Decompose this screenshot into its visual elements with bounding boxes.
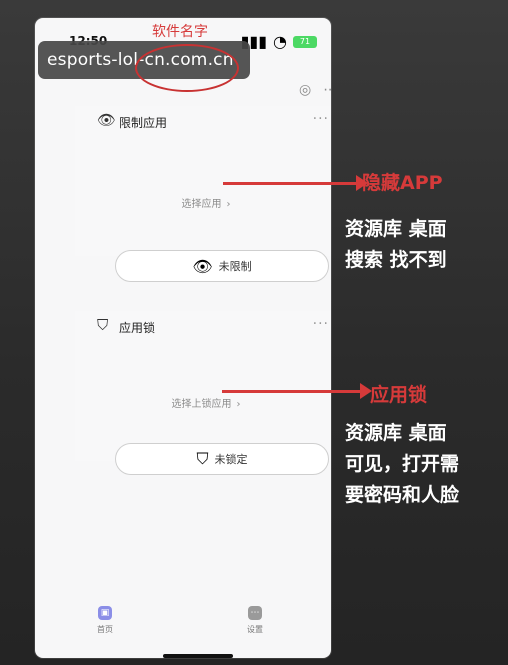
eye-icon: 👁 [97, 111, 117, 129]
more-icon[interactable]: ⋯ [323, 82, 331, 98]
choose-lock-app-label: 选择上锁应用 [171, 399, 232, 410]
chevron-right-icon: › [226, 199, 231, 210]
lock-status-button[interactable]: ⛉ 未锁定 [115, 443, 329, 475]
shield-icon: ⛉ [196, 449, 209, 468]
home-indicator [163, 654, 233, 658]
lock-arrow-icon [222, 383, 372, 399]
battery-icon: 71 [293, 35, 317, 48]
nav-settings[interactable]: ⋯ 设置 [247, 606, 263, 635]
title-highlight-ellipse [135, 44, 239, 92]
choose-app-label: 选择应用 [181, 199, 222, 210]
shield-icon: ⛉ [97, 316, 109, 334]
hide-arrow-icon [223, 175, 368, 191]
phone-screen: 12:50 ▮▮▮ ◔ 71 ◎ ⋯ 👁 限制应用 ··· 选择应用› 👁 未限… [35, 18, 331, 658]
restrict-header: 👁 限制应用 ··· [75, 106, 331, 136]
restrict-more-icon[interactable]: ··· [313, 111, 329, 127]
restrict-status-button[interactable]: 👁 未限制 [115, 250, 329, 282]
hide-app-description: 资源库 桌面 搜索 找不到 [345, 218, 447, 271]
lock-section: ⛉ 应用锁 ··· 选择上锁应用 › ⛉ 未锁定 [75, 311, 331, 475]
app-lock-description: 资源库 桌面 可见，打开需 要密码和人脸 [345, 422, 460, 506]
lock-title: 应用锁 [119, 321, 156, 335]
chevron-right-icon: › [236, 399, 241, 410]
choose-lock-app-link[interactable]: 选择上锁应用 › [75, 395, 331, 410]
nav-settings-label: 设置 [247, 625, 263, 634]
nav-home[interactable]: ▣ 首页 [97, 606, 113, 635]
nav-home-label: 首页 [97, 625, 113, 634]
home-icon: ▣ [98, 606, 112, 620]
status-icons: ▮▮▮ ◔ 71 [241, 32, 317, 51]
restrict-title: 限制应用 [119, 116, 168, 130]
hide-app-label: 隐藏APP [362, 172, 443, 194]
eye-icon: 👁 [192, 256, 213, 276]
header-actions: ◎ ⋯ [299, 82, 331, 98]
choose-app-link[interactable]: 选择应用 › [75, 195, 331, 210]
lock-more-icon[interactable]: ··· [313, 316, 329, 332]
bottom-nav: ▣ 首页 ⋯ 设置 [35, 588, 331, 658]
lock-header: ⛉ 应用锁 ··· [75, 311, 331, 341]
grid-icon[interactable]: ◎ [299, 82, 311, 98]
app-lock-label: 应用锁 [370, 384, 428, 406]
wifi-icon: ◔ [273, 32, 287, 51]
restrict-section: 👁 限制应用 ··· 选择应用 › 👁 未限制 [75, 106, 331, 282]
settings-icon: ⋯ [248, 606, 262, 620]
lock-status-label: 未锁定 [214, 453, 248, 466]
app-name-annotation: 软件名字 [152, 24, 208, 40]
restrict-status-label: 未限制 [218, 260, 252, 273]
